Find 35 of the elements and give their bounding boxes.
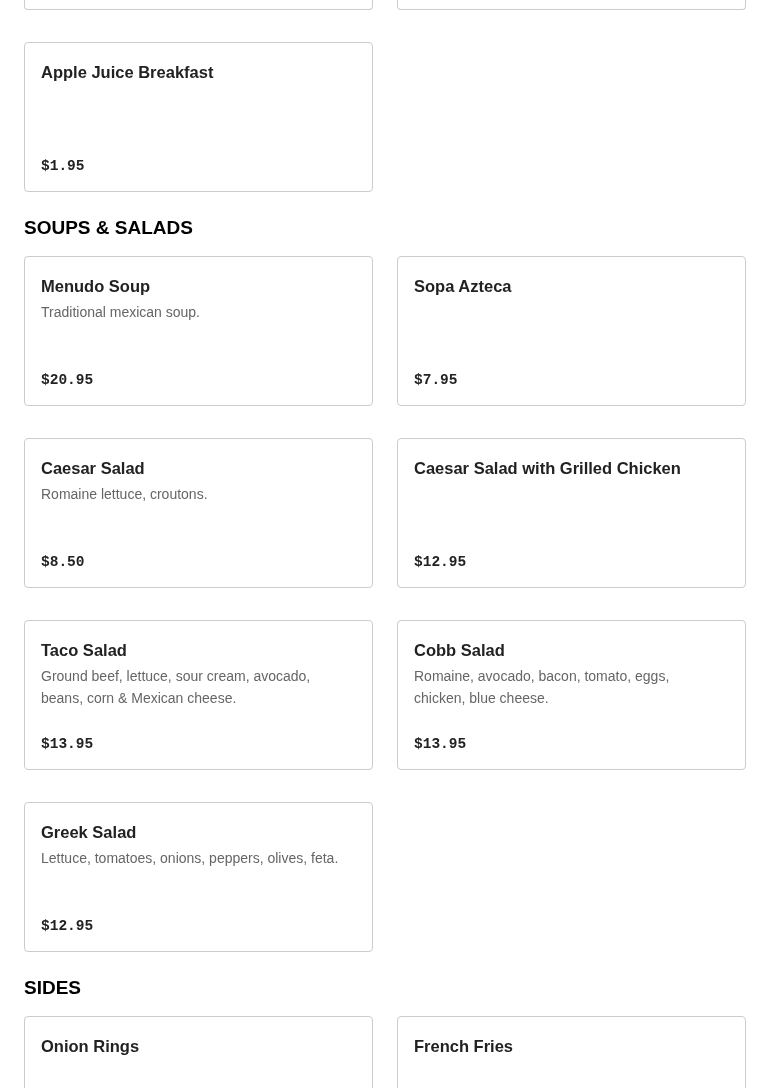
item-description: Romaine, avocado, bacon, tomato, eggs, chicken, blue cheese. xyxy=(414,667,671,708)
item-name: Cobb Salad xyxy=(414,640,506,661)
item-description: Traditional mexican soup. xyxy=(41,303,201,322)
item-description: Ground beef, lettuce, sour cream, avocado, beans, corn & Mexican cheese. xyxy=(41,667,312,708)
menu-item-card[interactable]: Cobb Salad Romaine, avocado, bacon, tomato, eggs, chicken, blue cheese. $13.95 xyxy=(397,620,746,770)
item-price: $8.50 xyxy=(41,554,86,570)
item-name: French Fries xyxy=(414,1036,515,1057)
menu-item-card[interactable]: Menudo Soup Traditional mexican soup. $20.95 xyxy=(24,256,373,406)
item-name: Apple Juice Breakfast xyxy=(41,62,215,83)
menu-item-card[interactable]: Greek Salad Lettuce, tomatoes, onions, peppers, olives, feta. $12.95 xyxy=(24,802,373,952)
item-name: Caesar Salad xyxy=(41,458,146,479)
item-price: $20.95 xyxy=(41,372,95,388)
section-heading: SIDES xyxy=(24,976,83,1000)
item-name: Sopa Azteca xyxy=(414,276,513,297)
item-price: $7.95 xyxy=(414,372,459,388)
item-price: $1.95 xyxy=(41,158,86,174)
item-description: Romaine lettuce, croutons. xyxy=(41,485,209,504)
item-name: Menudo Soup xyxy=(41,276,152,297)
section-heading: SOUPS & SALADS xyxy=(24,216,194,240)
item-name: Greek Salad xyxy=(41,822,138,843)
menu-item-card[interactable]: French Fries xyxy=(397,1016,746,1088)
item-price: $13.95 xyxy=(414,736,468,752)
menu-item-card[interactable]: Taco Salad Ground beef, lettuce, sour cream, avocado, beans, corn & Mexican cheese. $13.95 xyxy=(24,620,373,770)
item-name: Onion Rings xyxy=(41,1036,141,1057)
item-description: Lettuce, tomatoes, onions, peppers, olives, feta. xyxy=(41,849,340,868)
item-name: Caesar Salad with Grilled Chicken xyxy=(414,458,682,479)
item-price: $13.95 xyxy=(41,736,95,752)
menu-item-card[interactable]: Caesar Salad Romaine lettuce, croutons. $8.50 xyxy=(24,438,373,588)
menu-item-card[interactable]: Sopa Azteca $7.95 xyxy=(397,256,746,406)
menu-item-card[interactable]: Onion Rings xyxy=(24,1016,373,1088)
menu-item-card[interactable]: Caesar Salad with Grilled Chicken $12.95 xyxy=(397,438,746,588)
item-price: $12.95 xyxy=(41,918,95,934)
item-price: $12.95 xyxy=(414,554,468,570)
menu-item-card[interactable]: Apple Juice Breakfast $1.95 xyxy=(24,42,373,192)
item-name: Taco Salad xyxy=(41,640,128,661)
